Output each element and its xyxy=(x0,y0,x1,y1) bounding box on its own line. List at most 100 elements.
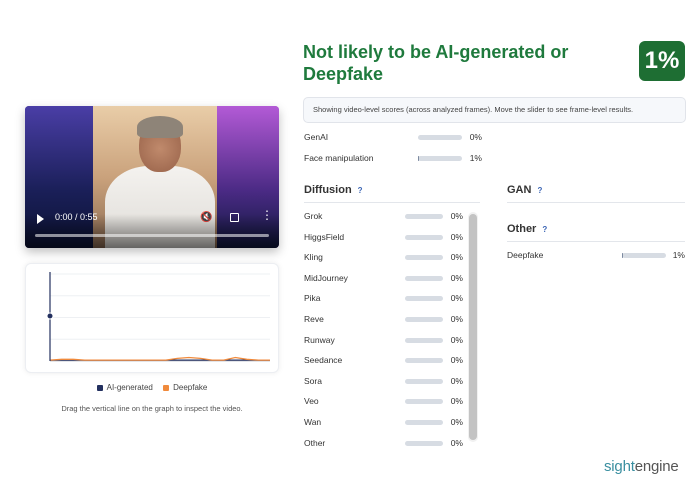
score-row-face-manipulation: Face manipulation 1% xyxy=(304,153,484,165)
legend-swatch-deepfake xyxy=(163,384,170,391)
score-row-wan: Wan 0% xyxy=(304,417,466,429)
score-label: GenAI xyxy=(304,132,329,142)
play-icon[interactable] xyxy=(37,214,44,224)
section-gan: GAN? xyxy=(507,184,542,196)
brand-logo: sightengine xyxy=(604,458,679,475)
score-bar-fill xyxy=(622,253,623,258)
video-player[interactable]: 0:00 / 0:55 🔇 ⋮ xyxy=(25,106,279,248)
score-row-higgsfield: HiggsField 0% xyxy=(304,232,466,244)
score-label: Pika xyxy=(304,293,321,304)
divider xyxy=(507,241,685,242)
score-row-grok: Grok 0% xyxy=(304,211,466,223)
score-bar xyxy=(405,214,443,219)
section-gan-label: GAN xyxy=(507,184,532,196)
info-box: Showing video-level scores (across analy… xyxy=(303,97,686,123)
brand-part1: sight xyxy=(604,458,635,475)
brand-part2: engine xyxy=(634,458,679,475)
score-row-pika: Pika 0% xyxy=(304,293,466,305)
score-row-kling: Kling 0% xyxy=(304,252,466,264)
score-bar xyxy=(405,275,443,281)
section-other: Other? xyxy=(507,223,547,235)
section-diffusion-label: Diffusion xyxy=(304,184,352,196)
score-value: 0% xyxy=(450,272,463,283)
video-progress-bar[interactable] xyxy=(35,234,269,237)
score-value: 0% xyxy=(450,417,463,427)
score-value: 0% xyxy=(469,132,482,142)
help-icon[interactable]: ? xyxy=(358,186,363,195)
score-value: 0% xyxy=(450,396,463,407)
score-row-other: Other 0% xyxy=(304,438,466,450)
score-label: Deepfake xyxy=(507,250,544,260)
score-bar xyxy=(405,337,443,343)
legend-label-ai-generated: AI-generated xyxy=(106,383,153,392)
verdict-title: Not likely to be AI-generated or Deepfak… xyxy=(303,42,569,84)
score-value: 0% xyxy=(450,375,463,386)
frame-scrubber-handle[interactable] xyxy=(46,312,54,320)
score-value: 0% xyxy=(450,355,463,366)
score-label: HiggsField xyxy=(304,231,345,242)
score-value: 0% xyxy=(450,314,463,324)
mute-icon[interactable]: 🔇 xyxy=(200,212,212,223)
divider xyxy=(507,202,685,203)
score-bar xyxy=(405,234,443,240)
score-value: 1% xyxy=(469,153,482,163)
score-value: 1% xyxy=(672,250,685,260)
score-label: Grok xyxy=(304,211,323,221)
score-bar xyxy=(622,253,666,258)
score-value: 0% xyxy=(450,334,463,345)
score-bar xyxy=(405,358,443,364)
score-label: Veo xyxy=(304,396,319,407)
help-icon[interactable]: ? xyxy=(537,186,542,195)
score-label: Runway xyxy=(304,334,335,345)
score-label: Wan xyxy=(304,417,322,427)
score-label: Face manipulation xyxy=(304,153,374,163)
score-bar xyxy=(405,317,443,322)
verdict-score-badge: 1% xyxy=(639,41,685,81)
score-bar xyxy=(405,420,443,425)
video-person-hair xyxy=(137,116,183,138)
chart-legend: AI-generated Deepfake xyxy=(0,383,304,392)
score-label: Reve xyxy=(304,314,324,324)
score-row-deepfake: Deepfake 1% xyxy=(507,250,685,262)
score-bar xyxy=(405,399,443,405)
score-row-seedance: Seedance 0% xyxy=(304,355,466,367)
section-diffusion: Diffusion? xyxy=(304,184,363,196)
timeline-chart xyxy=(46,272,270,362)
legend-item-deepfake: Deepfake xyxy=(163,383,207,392)
score-value: 0% xyxy=(450,437,463,448)
legend-swatch-ai-generated xyxy=(96,384,103,391)
score-value: 0% xyxy=(450,231,463,242)
score-value: 0% xyxy=(450,211,463,221)
video-time: 0:00 / 0:55 xyxy=(55,212,98,222)
score-label: Sora xyxy=(304,375,322,386)
score-value: 0% xyxy=(450,293,463,304)
score-label: Other xyxy=(304,437,326,448)
score-value: 0% xyxy=(450,252,463,263)
divider xyxy=(304,202,480,203)
score-row-runway: Runway 0% xyxy=(304,335,466,347)
score-bar xyxy=(405,296,443,302)
score-timeline-graph[interactable] xyxy=(25,263,279,373)
score-label: MidJourney xyxy=(304,272,348,283)
score-bar xyxy=(405,378,443,384)
score-row-reve: Reve 0% xyxy=(304,314,466,326)
score-bar xyxy=(418,156,462,161)
fullscreen-icon[interactable] xyxy=(230,213,239,222)
score-label: Kling xyxy=(304,252,323,263)
score-row-veo: Veo 0% xyxy=(304,396,466,408)
score-row-midjourney: MidJourney 0% xyxy=(304,273,466,285)
scrollbar-thumb[interactable] xyxy=(469,214,477,440)
more-vertical-icon[interactable]: ⋮ xyxy=(261,209,273,221)
score-row-genai: GenAI 0% xyxy=(304,132,484,144)
help-icon[interactable]: ? xyxy=(542,225,547,234)
score-label: Seedance xyxy=(304,355,343,366)
score-bar xyxy=(405,255,443,261)
legend-label-deepfake: Deepfake xyxy=(173,383,208,392)
score-row-sora: Sora 0% xyxy=(304,376,466,388)
graph-hint: Drag the vertical line on the graph to i… xyxy=(61,404,243,413)
score-bar xyxy=(405,440,443,446)
score-bar xyxy=(418,135,462,140)
legend-item-ai-generated: AI-generated xyxy=(96,383,153,392)
score-bar-fill xyxy=(418,156,419,161)
section-other-label: Other xyxy=(507,223,537,235)
